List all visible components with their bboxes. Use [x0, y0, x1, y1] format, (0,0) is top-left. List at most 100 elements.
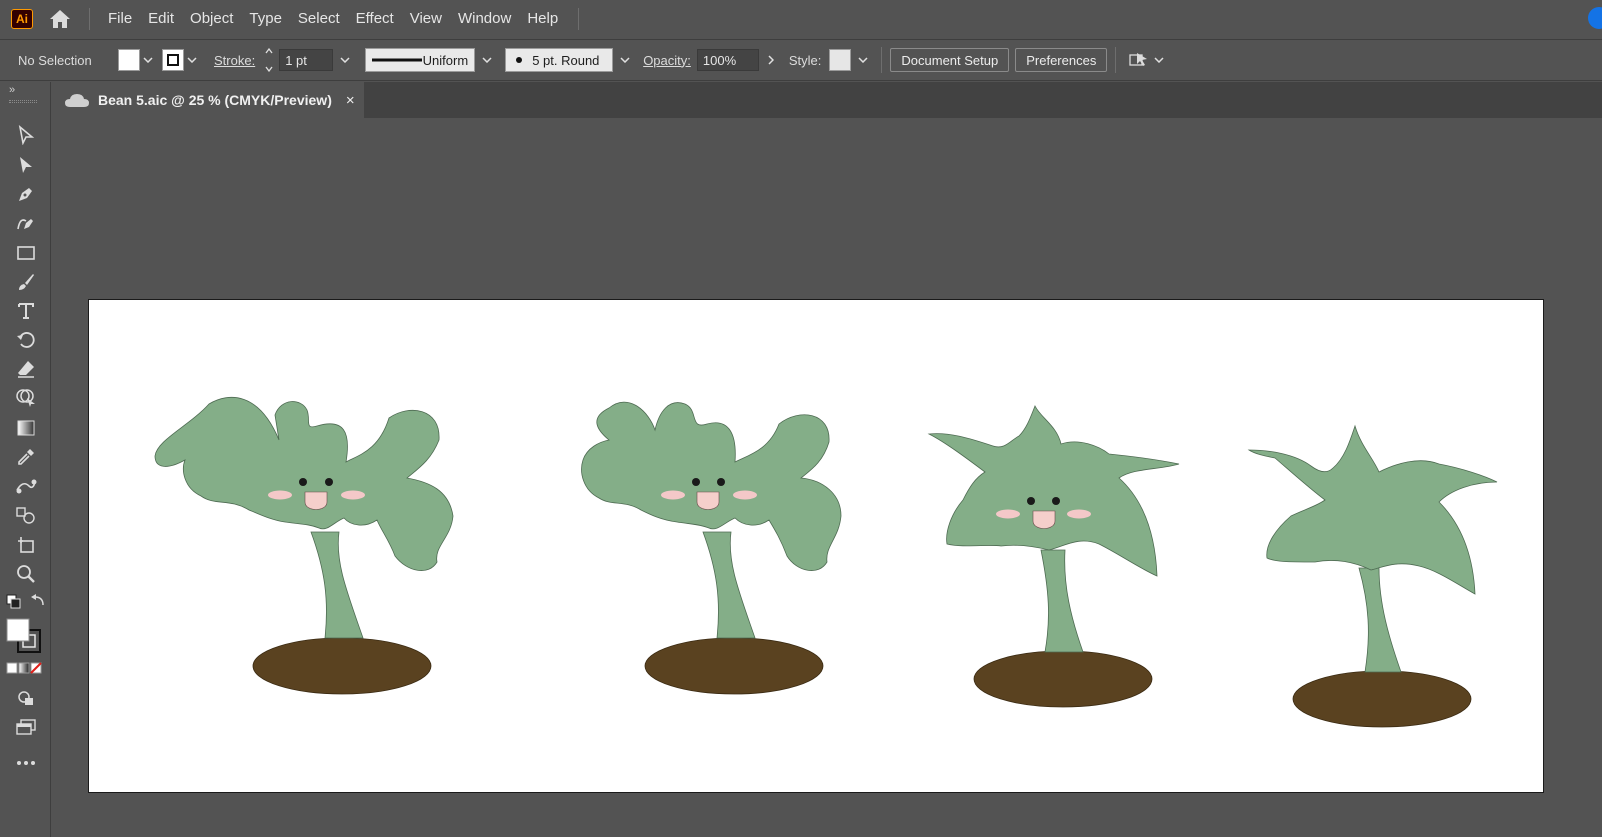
app-logo: Ai [11, 8, 33, 29]
eye-left [692, 478, 700, 486]
stroke-swatch-inner [167, 54, 179, 66]
stroke-swatch[interactable] [162, 49, 184, 71]
eraser-tool-icon[interactable] [12, 356, 40, 382]
menu-file[interactable]: File [100, 0, 140, 37]
pen-tool-icon[interactable] [12, 181, 40, 207]
mouth [304, 491, 328, 510]
stroke-label[interactable]: Stroke: [214, 53, 255, 68]
paintbrush-tool-icon[interactable] [12, 269, 40, 295]
rotate-tool-icon[interactable] [12, 327, 40, 353]
soil-mound [644, 637, 824, 695]
eye-right [1052, 497, 1060, 505]
canvas-area[interactable] [52, 118, 1602, 837]
bean-sprout-3[interactable] [927, 405, 1180, 708]
document-tab[interactable]: Bean 5.aic @ 25 % (CMYK/Preview) × [52, 82, 364, 118]
stroke-profile-chevron-icon[interactable] [479, 50, 495, 70]
bean-sprout-2[interactable] [581, 401, 842, 695]
illustrator-window: Ai File Edit Object Type Select Effect V… [0, 0, 1602, 837]
stem [310, 531, 364, 639]
panel-grip[interactable] [9, 100, 37, 103]
eye-right [717, 478, 725, 486]
stroke-dropdown-chevron-icon[interactable] [184, 50, 200, 70]
bean-sprout-1[interactable] [154, 397, 454, 695]
tools-panel: » [0, 82, 51, 837]
mouth [1032, 510, 1056, 529]
control-divider [881, 47, 883, 73]
foliage [1247, 424, 1498, 595]
menu-object[interactable]: Object [182, 0, 241, 37]
brush-chevron-icon[interactable] [617, 50, 633, 70]
soil-mound [973, 650, 1153, 708]
eye-left [299, 478, 307, 486]
mouth [696, 491, 720, 510]
menu-select[interactable]: Select [290, 0, 348, 37]
stroke-profile-line-icon [372, 58, 423, 62]
blend-tool-icon[interactable] [12, 473, 40, 499]
curvature-tool-icon[interactable] [12, 210, 40, 236]
selection-tool-icon[interactable] [12, 122, 40, 148]
menu-divider [89, 7, 90, 30]
preferences-button[interactable]: Preferences [1015, 48, 1108, 72]
brush-label: 5 pt. Round [532, 52, 600, 68]
stroke-profile-label: Uniform [422, 52, 469, 68]
home-icon[interactable] [47, 6, 73, 32]
fill-dropdown-chevron-icon[interactable] [140, 50, 156, 70]
draw-mode-icon[interactable] [12, 685, 40, 711]
artboard-tool-icon[interactable] [12, 532, 40, 558]
document-setup-button[interactable]: Document Setup [890, 48, 1010, 72]
fill-stroke-widget[interactable] [6, 618, 44, 654]
collapse-panel-icon[interactable]: » [9, 84, 15, 96]
eye-left [1027, 497, 1035, 505]
color-gradient-none-modes[interactable] [6, 660, 44, 676]
arrange-documents-icon[interactable] [1128, 51, 1164, 69]
cheek-left [996, 509, 1020, 519]
shape-builder-tool-icon[interactable] [12, 385, 40, 411]
menu-window[interactable]: Window [450, 0, 519, 37]
menu-edit[interactable]: Edit [140, 0, 182, 37]
document-tab-bar: Bean 5.aic @ 25 % (CMYK/Preview) × [52, 82, 1602, 118]
stroke-weight-input[interactable]: 1 pt [279, 49, 334, 71]
close-icon[interactable]: × [346, 92, 355, 109]
opacity-expand-chevron-icon[interactable] [763, 50, 779, 70]
screen-mode-icon[interactable] [12, 714, 40, 740]
app-logo-text: Ai [16, 11, 28, 26]
menu-divider [578, 7, 580, 30]
eye-right [325, 478, 333, 486]
style-label: Style: [788, 52, 822, 68]
stroke-weight-stepper[interactable] [263, 48, 275, 72]
control-divider [1115, 47, 1117, 73]
bean-sprout-4[interactable] [1247, 424, 1498, 728]
cheek-right [1067, 509, 1091, 519]
direct-selection-tool-icon[interactable] [12, 152, 40, 178]
document-tab-title: Bean 5.aic @ 25 % (CMYK/Preview) [98, 92, 332, 108]
soil-mound [1292, 670, 1472, 728]
zoom-tool-icon[interactable] [12, 561, 40, 587]
style-swatch[interactable] [829, 49, 852, 71]
more-tools-icon[interactable] [12, 750, 40, 776]
cheek-right [733, 490, 757, 500]
style-chevron-icon[interactable] [855, 50, 871, 70]
cheek-right [341, 490, 365, 500]
stroke-weight-chevron-icon[interactable] [337, 50, 353, 70]
menu-effect[interactable]: Effect [348, 0, 402, 37]
brush-select[interactable]: 5 pt. Round [505, 48, 614, 72]
type-tool-icon[interactable] [12, 298, 40, 324]
fill-swatch[interactable] [118, 49, 140, 71]
opacity-label[interactable]: Opacity: [643, 53, 691, 68]
artboard[interactable] [88, 299, 1544, 793]
control-bar: No Selection Stroke: 1 pt Uniform 5 pt. … [0, 39, 1602, 81]
menu-view[interactable]: View [402, 0, 450, 37]
opacity-input[interactable]: 100% [696, 49, 759, 71]
eyedropper-tool-icon[interactable] [12, 444, 40, 470]
menu-type[interactable]: Type [241, 0, 290, 37]
gradient-tool-icon[interactable] [12, 415, 40, 441]
cloud-document-icon [65, 94, 89, 107]
brush-dot-icon [516, 57, 523, 63]
stem [1358, 567, 1402, 673]
symbol-sprayer-tool-icon[interactable] [12, 502, 40, 528]
stroke-profile-select[interactable]: Uniform [365, 48, 476, 72]
rectangle-tool-icon[interactable] [12, 240, 40, 266]
menu-help[interactable]: Help [519, 0, 566, 37]
artwork-canvas [154, 397, 1498, 728]
cloud-status-icon[interactable] [1588, 7, 1602, 29]
